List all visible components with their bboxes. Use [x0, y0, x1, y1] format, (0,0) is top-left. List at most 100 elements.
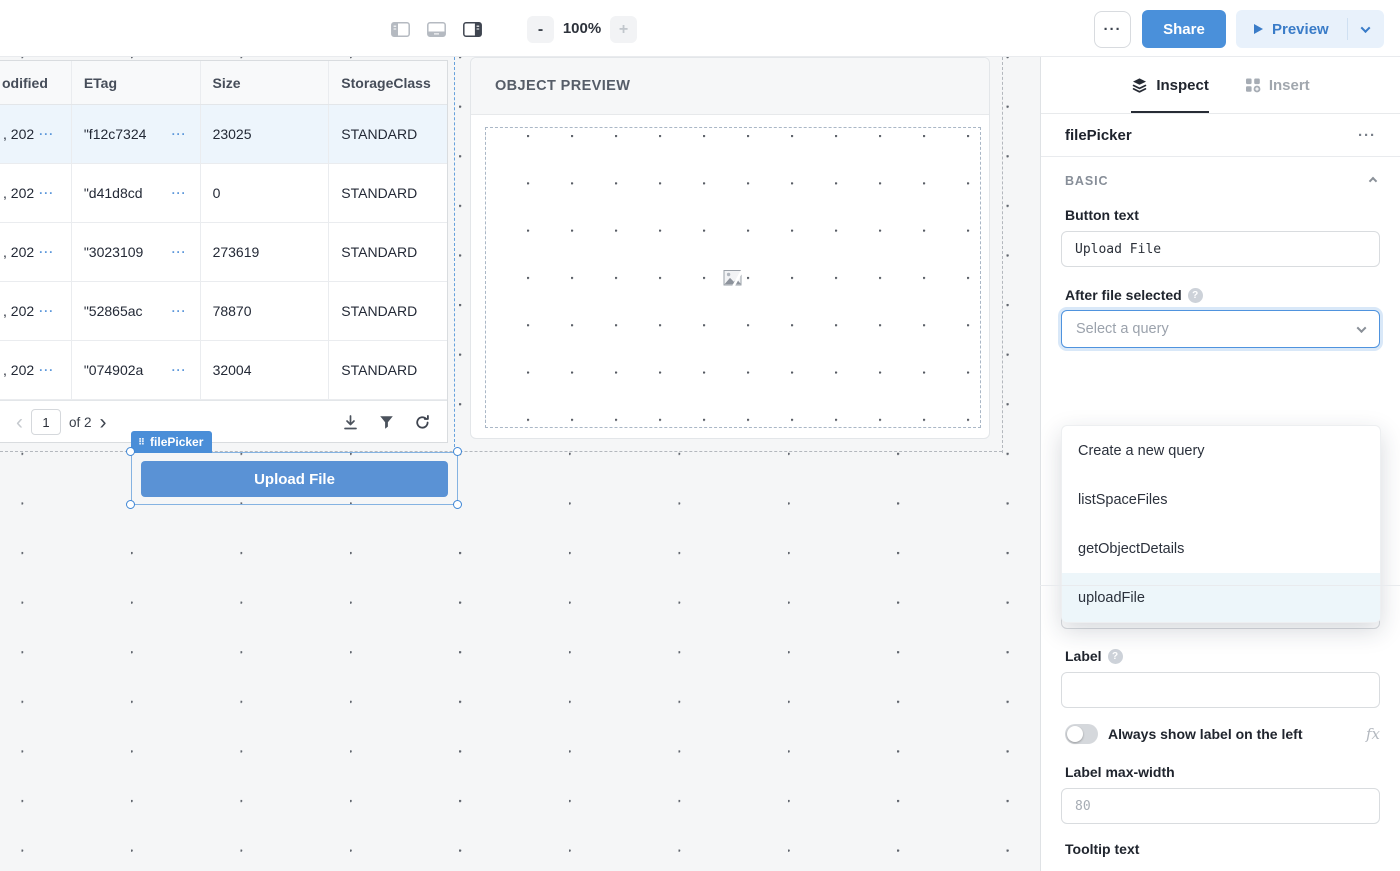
component-tag-filepicker[interactable]: ⠿ filePicker [131, 431, 212, 453]
topbar: - 100% + ··· Share Preview [0, 0, 1400, 57]
cell-etag: "f12c7324 [84, 126, 147, 142]
after-file-selected-label: After file selected ? [1065, 287, 1380, 303]
toggle-right-panel-button[interactable] [460, 18, 484, 40]
table-row[interactable]: , 202··· "3023109··· 273619 STANDARD [0, 223, 447, 282]
label-max-width-input[interactable] [1061, 788, 1380, 824]
table-row[interactable]: , 202··· "f12c7324··· 23025 STANDARD [0, 105, 447, 164]
section-basic-header[interactable]: BASIC [1041, 157, 1400, 188]
always-show-label-toggle[interactable] [1065, 724, 1098, 744]
panel-left-icon [391, 22, 410, 37]
cell-etag: "3023109 [84, 244, 143, 260]
cell-etag: "074902a [84, 362, 143, 378]
label-label: Label ? [1065, 648, 1380, 664]
object-preview-title: OBJECT PREVIEW [471, 58, 989, 115]
chevron-up-icon [1369, 177, 1377, 185]
after-file-selected-select[interactable]: Select a query [1061, 310, 1380, 348]
toggle-left-panel-button[interactable] [388, 18, 412, 40]
component-menu-button[interactable]: ··· [1358, 127, 1376, 144]
resize-handle-bottom-left[interactable] [126, 500, 135, 509]
more-options-button[interactable]: ··· [1094, 11, 1131, 48]
query-dropdown: Create a new query listSpaceFiles getObj… [1061, 425, 1381, 623]
cell-storageclass: STANDARD [341, 303, 417, 319]
upload-file-button[interactable]: Upload File [141, 461, 448, 497]
table-row[interactable]: , 202 ··· "52865ac ··· 78870 STANDARD [0, 282, 447, 341]
tab-insert[interactable]: Insert [1245, 57, 1310, 113]
dropdown-item-create-query[interactable]: Create a new query [1062, 426, 1380, 475]
page-number-input[interactable]: 1 [31, 409, 61, 435]
cell-overflow-icon[interactable]: ··· [172, 245, 187, 259]
zoom-in-button[interactable]: + [610, 16, 637, 43]
fx-icon[interactable]: fx [1366, 725, 1380, 743]
dropdown-item-listspacefiles[interactable]: listSpaceFiles [1062, 475, 1380, 524]
toggle-bottom-panel-button[interactable] [424, 18, 448, 40]
preview-label: Preview [1272, 21, 1329, 38]
refresh-icon[interactable] [414, 414, 431, 431]
chevron-down-icon [1361, 23, 1371, 33]
cell-overflow-icon[interactable]: ··· [172, 363, 187, 377]
label-max-width-label: Label max-width [1065, 764, 1380, 780]
chevron-down-icon [1357, 323, 1367, 333]
cell-size: 0 [213, 185, 221, 201]
cell-modified: , 202 [3, 362, 34, 378]
always-show-label-text: Always show label on the left [1108, 726, 1302, 742]
inspector-tab-bar: Inspect Insert [1041, 57, 1400, 114]
drag-handle-icon[interactable]: ⠿ [138, 437, 145, 448]
cell-etag: "52865ac [84, 303, 143, 319]
column-header-size[interactable]: Size [200, 61, 329, 104]
play-icon [1254, 24, 1263, 34]
button-text-input[interactable] [1061, 231, 1380, 267]
zoom-out-button[interactable]: - [527, 16, 554, 43]
share-button[interactable]: Share [1142, 10, 1226, 48]
download-icon[interactable] [342, 414, 359, 431]
cell-overflow-icon[interactable]: ··· [39, 245, 54, 259]
tooltip-text-label: Tooltip text [1065, 841, 1380, 857]
preview-button[interactable]: Preview [1236, 10, 1347, 48]
table-row[interactable]: , 202··· "d41d8cd··· 0 STANDARD [0, 164, 447, 223]
cell-overflow-icon[interactable]: ··· [172, 127, 187, 141]
table-footer: ‹ 1 of 2 › [0, 400, 447, 443]
column-header-storageclass[interactable]: StorageClass [328, 61, 447, 104]
dropdown-item-getobjectdetails[interactable]: getObjectDetails [1062, 524, 1380, 573]
cell-modified: , 202 [3, 126, 34, 142]
next-page-button[interactable]: › [96, 412, 111, 433]
resize-handle-bottom-right[interactable] [453, 500, 462, 509]
column-header-modified[interactable]: odified [0, 61, 71, 104]
previous-page-button[interactable]: ‹ [8, 412, 31, 433]
preview-button-group: Preview [1236, 10, 1384, 48]
resize-handle-top-right[interactable] [453, 447, 462, 456]
table-row[interactable]: , 202··· "074902a··· 32004 STANDARD [0, 341, 447, 400]
column-header-etag[interactable]: ETag [71, 61, 200, 104]
cell-size: 78870 [213, 303, 252, 319]
button-text-label: Button text [1065, 207, 1380, 223]
tab-inspect[interactable]: Inspect [1131, 57, 1209, 113]
cell-storageclass: STANDARD [341, 185, 417, 201]
table-header: odified ETag Size StorageClass [0, 61, 447, 105]
dropdown-item-uploadfile[interactable]: uploadFile [1062, 573, 1380, 622]
layers-icon [1131, 77, 1148, 94]
preview-dropdown-button[interactable] [1348, 10, 1384, 48]
image-dropzone[interactable] [485, 127, 981, 428]
resize-handle-top-left[interactable] [126, 447, 135, 456]
cell-overflow-icon[interactable]: ··· [172, 186, 187, 200]
cell-overflow-icon[interactable]: ··· [39, 186, 54, 200]
help-icon[interactable]: ? [1108, 649, 1123, 664]
cell-overflow-icon[interactable]: ··· [39, 127, 54, 141]
cell-size: 273619 [213, 244, 260, 260]
help-icon[interactable]: ? [1188, 288, 1203, 303]
object-preview-container: OBJECT PREVIEW [470, 57, 990, 439]
broken-image-icon [723, 269, 743, 286]
cell-overflow-icon[interactable]: ··· [172, 304, 187, 318]
selection-guide-vertical [454, 57, 455, 452]
component-tag-label: filePicker [150, 435, 203, 449]
cell-overflow-icon[interactable]: ··· [39, 304, 54, 318]
inspector-panel: Inspect Insert filePicker ··· BASIC Butt… [1040, 57, 1400, 871]
panel-bottom-icon [427, 22, 446, 37]
filter-icon[interactable] [378, 414, 395, 431]
cell-modified: , 202 [3, 303, 34, 319]
cell-storageclass: STANDARD [341, 126, 417, 142]
cell-overflow-icon[interactable]: ··· [39, 363, 54, 377]
cell-storageclass: STANDARD [341, 362, 417, 378]
section-basic-label: BASIC [1065, 174, 1108, 188]
label-input[interactable] [1061, 672, 1380, 708]
panel-right-icon [463, 22, 482, 37]
